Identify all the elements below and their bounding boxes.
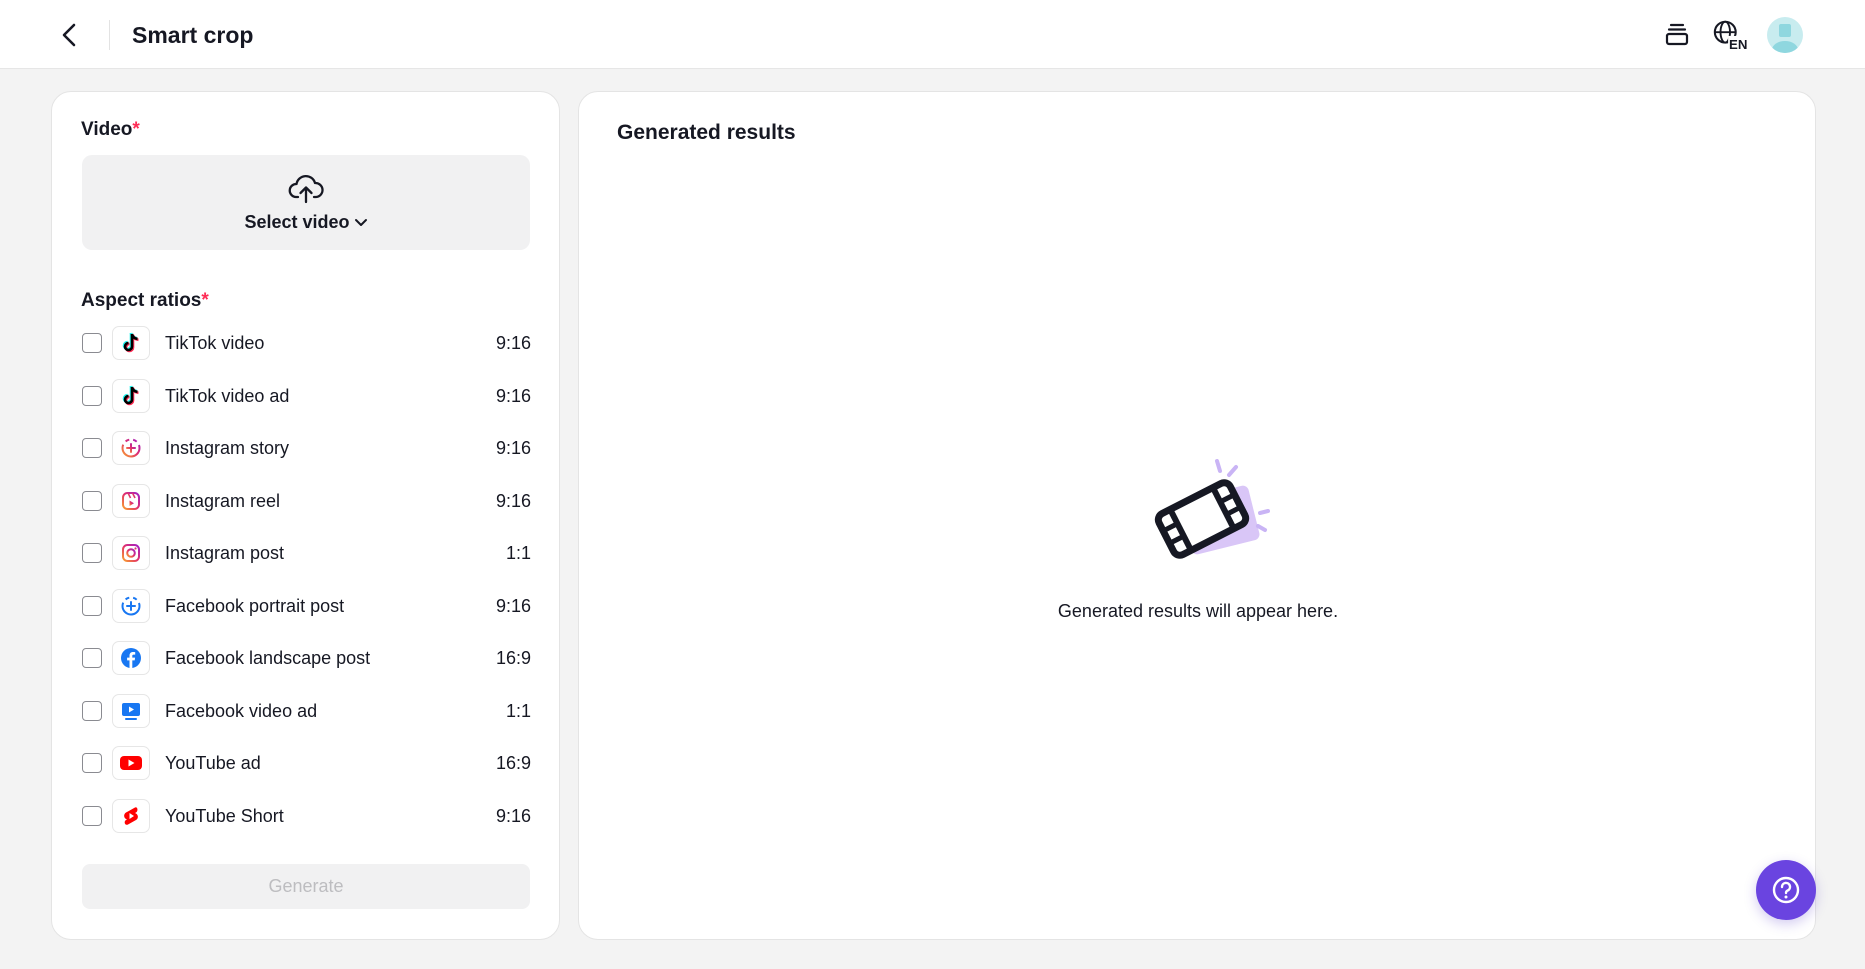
ratio-option-name: Facebook portrait post bbox=[165, 595, 345, 616]
chevron-left-icon bbox=[62, 23, 76, 47]
ratio-option-value: 9:16 bbox=[495, 332, 531, 353]
ratio-option-value: 9:16 bbox=[495, 490, 531, 511]
checkbox[interactable] bbox=[82, 648, 102, 668]
empty-state-message: Generated results will appear here. bbox=[1057, 601, 1339, 621]
facebook-video-icon bbox=[112, 694, 150, 728]
select-video-label: Select video bbox=[82, 212, 530, 233]
checkbox[interactable] bbox=[82, 596, 102, 616]
aspect-ratio-list[interactable]: TikTok video 9:16 TikTok video ad 9:16 I… bbox=[81, 325, 531, 921]
tiktok-icon bbox=[112, 326, 150, 360]
checkbox[interactable] bbox=[82, 806, 102, 826]
select-video-button[interactable]: Select video bbox=[82, 155, 530, 250]
ratio-option-name: TikTok video bbox=[165, 332, 265, 353]
ratio-option-youtube-ad[interactable]: YouTube ad 16:9 bbox=[81, 745, 531, 781]
ratio-option-tiktok-video-ad[interactable]: TikTok video ad 9:16 bbox=[81, 378, 531, 414]
ratio-option-youtube-short[interactable]: YouTube Short 9:16 bbox=[81, 798, 531, 834]
ratio-option-value: 1:1 bbox=[505, 542, 531, 563]
help-button[interactable] bbox=[1756, 860, 1816, 920]
instagram-icon bbox=[112, 536, 150, 570]
ratio-option-facebook-video-ad[interactable]: Facebook video ad 1:1 bbox=[81, 693, 531, 729]
layers-button[interactable] bbox=[1659, 17, 1695, 53]
ratio-option-value: 9:16 bbox=[495, 805, 531, 826]
avatar-icon bbox=[1772, 24, 1798, 53]
instagram-reel-icon bbox=[112, 484, 150, 518]
ratio-option-value: 9:16 bbox=[495, 437, 531, 458]
header-divider bbox=[109, 20, 110, 50]
facebook-icon bbox=[112, 641, 150, 675]
youtube-icon bbox=[112, 746, 150, 780]
page-title: Smart crop bbox=[132, 22, 254, 48]
ratio-option-name: Facebook landscape post bbox=[165, 647, 371, 668]
back-button[interactable] bbox=[52, 17, 88, 53]
checkbox[interactable] bbox=[82, 701, 102, 721]
film-strip-icon bbox=[1154, 459, 1270, 559]
ratio-option-value: 16:9 bbox=[495, 752, 531, 773]
ratio-option-instagram-post[interactable]: Instagram post 1:1 bbox=[81, 535, 531, 571]
language-code: EN bbox=[1729, 37, 1747, 52]
ratio-option-name: Instagram post bbox=[165, 542, 285, 563]
checkbox[interactable] bbox=[82, 753, 102, 773]
ratio-option-value: 16:9 bbox=[495, 647, 531, 668]
ratio-option-name: Instagram story bbox=[165, 437, 290, 458]
ratio-option-tiktok-video[interactable]: TikTok video 9:16 bbox=[81, 325, 531, 361]
facebook-story-icon bbox=[112, 589, 150, 623]
instagram-story-icon bbox=[112, 431, 150, 465]
top-header: Smart crop EN bbox=[0, 0, 1865, 69]
user-avatar[interactable] bbox=[1767, 17, 1803, 53]
ratio-option-name: TikTok video ad bbox=[165, 385, 290, 406]
ratio-option-name: Facebook video ad bbox=[165, 700, 318, 721]
ratio-option-name: YouTube Short bbox=[165, 805, 284, 826]
checkbox[interactable] bbox=[82, 438, 102, 458]
checkbox[interactable] bbox=[82, 543, 102, 563]
language-button[interactable]: EN bbox=[1712, 17, 1748, 53]
checkbox[interactable] bbox=[82, 386, 102, 406]
results-title: Generated results bbox=[617, 121, 796, 144]
video-label: Video* bbox=[81, 119, 140, 140]
checkbox[interactable] bbox=[82, 333, 102, 353]
results-panel: Generated results Generated results will… bbox=[578, 91, 1816, 940]
chevron-down-icon bbox=[354, 219, 367, 227]
ratio-option-value: 9:16 bbox=[495, 385, 531, 406]
globe-icon: EN bbox=[1713, 20, 1748, 52]
checkbox[interactable] bbox=[82, 491, 102, 511]
ratio-option-name: Instagram reel bbox=[165, 490, 281, 511]
ratio-option-facebook-portrait-post[interactable]: Facebook portrait post 9:16 bbox=[81, 588, 531, 624]
youtube-shorts-icon bbox=[112, 799, 150, 833]
ratio-option-name: YouTube ad bbox=[165, 752, 261, 773]
cloud-upload-icon bbox=[288, 174, 324, 204]
ratio-option-facebook-landscape-post[interactable]: Facebook landscape post 16:9 bbox=[81, 640, 531, 676]
ratio-option-instagram-story[interactable]: Instagram story 9:16 bbox=[81, 430, 531, 466]
ratio-option-instagram-reel[interactable]: Instagram reel 9:16 bbox=[81, 483, 531, 519]
layers-icon bbox=[1665, 23, 1689, 46]
generate-button[interactable]: Generate bbox=[82, 864, 530, 909]
aspect-ratios-label: Aspect ratios* bbox=[81, 290, 209, 311]
ratio-option-value: 9:16 bbox=[495, 595, 531, 616]
settings-panel: Video* Select video Aspect ratios* TikTo… bbox=[51, 91, 560, 940]
ratio-option-value: 1:1 bbox=[505, 700, 531, 721]
question-circle-icon bbox=[1772, 876, 1800, 904]
tiktok-icon bbox=[112, 379, 150, 413]
